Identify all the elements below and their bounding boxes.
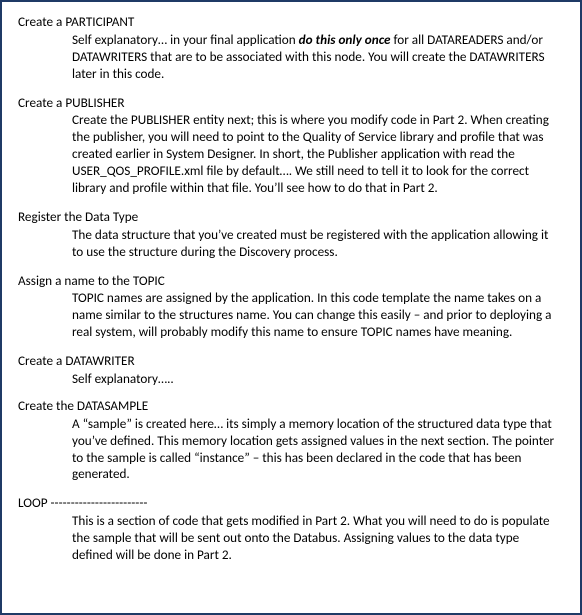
heading-participant: Create a PARTICIPANT xyxy=(18,14,562,31)
text-participant-emph: do this only once xyxy=(299,31,391,48)
document-page: Create a PARTICIPANT Self explanatory… i… xyxy=(0,0,582,615)
section-datasample: Create the DATASAMPLE A “sample” is crea… xyxy=(18,398,562,483)
section-loop: LOOP ------------------------ This is a … xyxy=(18,495,562,564)
section-publisher: Create a PUBLISHER Create the PUBLISHER … xyxy=(18,95,562,197)
heading-topic: Assign a name to the TOPIC xyxy=(18,273,562,290)
text-loop: This is a section of code that gets modi… xyxy=(72,513,562,564)
text-register-type: The data structure that you’ve created m… xyxy=(72,227,562,261)
section-datawriter: Create a DATAWRITER Self explanatory….. xyxy=(18,353,562,388)
body-register-type: The data structure that you’ve created m… xyxy=(72,227,562,261)
section-register-type: Register the Data Type The data structur… xyxy=(18,209,562,261)
heading-datasample: Create the DATASAMPLE xyxy=(18,398,562,415)
heading-register-type: Register the Data Type xyxy=(18,209,562,226)
heading-loop: LOOP ------------------------ xyxy=(18,495,562,512)
heading-datawriter: Create a DATAWRITER xyxy=(18,353,562,370)
text-datasample: A “sample” is created here… its simply a… xyxy=(72,416,562,484)
body-datawriter: Self explanatory….. xyxy=(72,371,562,388)
text-datawriter: Self explanatory….. xyxy=(72,371,562,388)
text-topic: TOPIC names are assigned by the applicat… xyxy=(72,290,562,341)
body-topic: TOPIC names are assigned by the applicat… xyxy=(72,290,562,341)
body-publisher: Create the PUBLISHER entity next; this i… xyxy=(72,112,562,196)
body-loop: This is a section of code that gets modi… xyxy=(72,513,562,564)
body-participant: Self explanatory… in your final applicat… xyxy=(72,32,562,83)
heading-publisher: Create a PUBLISHER xyxy=(18,95,562,112)
text-publisher: Create the PUBLISHER entity next; this i… xyxy=(72,112,562,196)
text-participant-pre: Self explanatory… in your final applicat… xyxy=(72,31,299,48)
section-topic: Assign a name to the TOPIC TOPIC names a… xyxy=(18,273,562,342)
section-participant: Create a PARTICIPANT Self explanatory… i… xyxy=(18,14,562,83)
body-datasample: A “sample” is created here… its simply a… xyxy=(72,416,562,484)
